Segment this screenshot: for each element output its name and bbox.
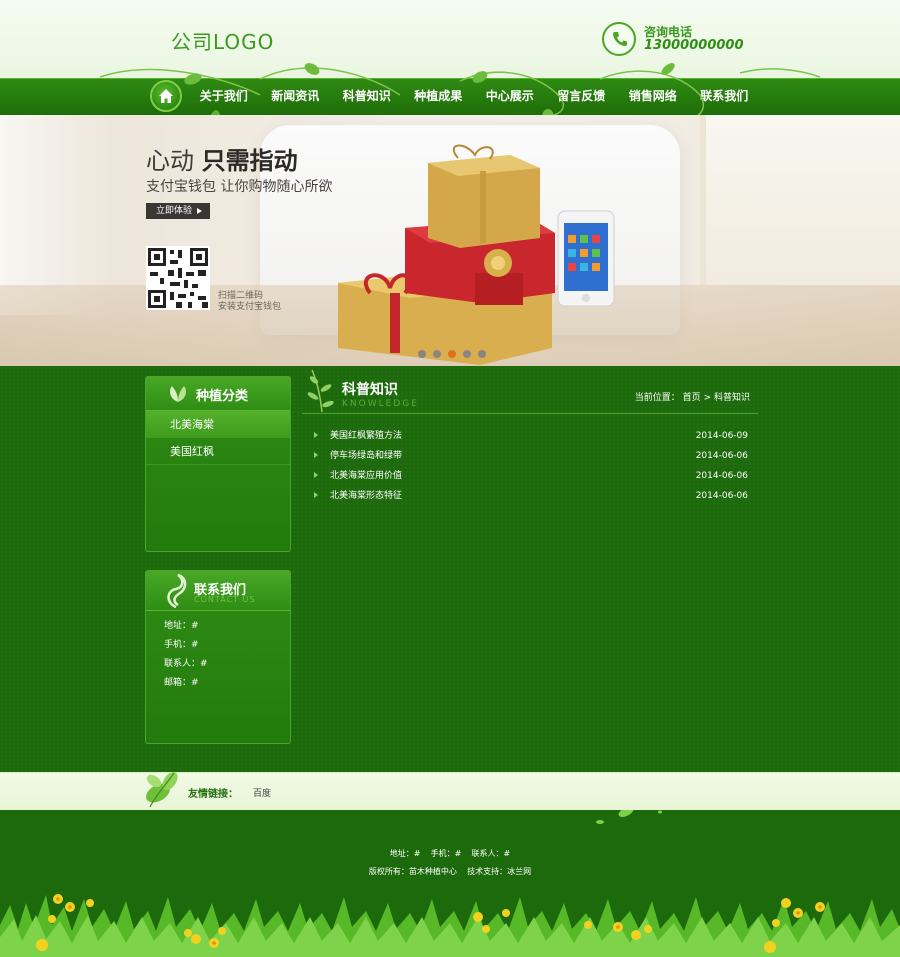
play-arrow-icon [197,207,203,214]
banner-subtitle: 支付宝钱包 让你购物随心所欲 [146,179,333,195]
bullet-arrow-icon [314,472,318,478]
falling-leaves-decoration [596,810,662,824]
nav-item-knowledge[interactable]: 科普知识 [331,78,403,115]
slider-dot[interactable] [433,350,441,358]
category-panel: 种植分类 北美海棠 美国红枫 [145,376,291,552]
slider-dot[interactable] [418,350,426,358]
bullet-arrow-icon [314,492,318,498]
article-item[interactable]: 美国红枫繁殖方法 2014-06-09 [302,426,758,446]
slider-dots [418,350,493,358]
category-item[interactable]: 美国红枫 [146,438,290,465]
slider-dot[interactable] [463,350,471,358]
hotline-number: 13000000000 [644,38,744,53]
qr-caption-install: 安装支付宝钱包 [218,302,282,312]
footer-copyright: 版权所有：苗木种植中心 技术支持：冰兰网 [368,867,532,876]
article-date: 2014-06-06 [695,491,748,501]
breadcrumb-home[interactable]: 首页 [683,393,701,403]
friend-link[interactable]: 百度 [253,786,271,799]
friend-links-bar: 友情链接： 百度 [0,772,900,810]
leaf-icon [170,386,186,402]
try-now-button[interactable]: 立即体验 [146,203,210,219]
nav-item-sales[interactable]: 销售网络 [617,78,689,115]
contact-panel-subtitle: CONTACT US [194,595,256,604]
contact-panel-header: 联系我们 CONTACT US [146,571,290,611]
nav-item-showcase[interactable]: 中心展示 [474,78,546,115]
nav-item-news[interactable]: 新闻资讯 [260,78,332,115]
article-title[interactable]: 美国红枫繁殖方法 [330,426,402,446]
nav-menu: 关于我们 新闻资讯 科普知识 种植成果 中心展示 留言反馈 销售网络 联系我们 [188,78,760,115]
site-logo[interactable]: 公司LOGO [171,26,274,55]
article-title[interactable]: 北美海棠应用价值 [330,466,402,486]
bullet-arrow-icon [314,452,318,458]
contact-address: 地址：# [164,621,199,631]
content-subtitle: KNOWLEDGE [342,399,419,409]
article-date: 2014-06-09 [695,431,748,441]
contact-panel: 联系我们 CONTACT US 地址：# 手机：# 联系人：# 邮箱：# [145,570,291,744]
category-item[interactable]: 北美海棠 [146,411,290,438]
nav-item-results[interactable]: 种植成果 [403,78,475,115]
site-footer: 地址：# 手机：# 联系人：# 版权所有：苗木种植中心 技术支持：冰兰网 [0,810,900,957]
article-date: 2014-06-06 [695,451,748,461]
nav-item-about[interactable]: 关于我们 [188,78,260,115]
friend-links-label: 友情链接： [188,789,238,800]
breadcrumb-current[interactable]: 科普知识 [714,393,750,403]
article-item[interactable]: 北美海棠应用价值 2014-06-06 [302,466,758,486]
home-icon [159,89,173,103]
article-list: 美国红枫繁殖方法 2014-06-09 停车场绿岛和绿带 2014-06-06 … [302,426,758,506]
qr-code [146,246,210,310]
category-panel-title: 种植分类 [196,389,249,404]
contact-person: 联系人：# [164,659,208,669]
gift-boxes-image [338,144,615,365]
content-title: 科普知识 [342,382,398,398]
hero-banner[interactable]: 心动 只需指动 支付宝钱包 让你购物随心所欲 立即体验 扫描二维码 安装支付宝钱… [0,115,900,366]
breadcrumb: 当前位置： 首页 > 科普知识 [634,393,750,403]
slider-dot-active[interactable] [448,350,456,358]
grass-flowers-decoration [0,894,900,957]
article-date: 2014-06-06 [695,471,748,481]
leaf-sprig-icon [307,369,334,413]
nav-item-feedback[interactable]: 留言反馈 [546,78,618,115]
content-section: 科普知识 KNOWLEDGE 当前位置： 首页 > 科普知识 美国红枫繁殖方法 … [302,369,758,501]
contact-email: 邮箱：# [164,678,199,688]
site-header: 公司LOGO 咨询电话 13000000000 [0,0,900,78]
phone-icon [602,22,636,56]
swirl-icon [167,573,187,609]
leaves-icon [146,772,178,808]
home-button[interactable] [150,80,182,112]
contact-mobile: 手机：# [164,640,199,650]
content-header: 科普知识 KNOWLEDGE 当前位置： 首页 > 科普知识 [302,369,758,414]
slider-dot[interactable] [478,350,486,358]
article-title[interactable]: 停车场绿岛和绿带 [330,446,402,466]
footer-contact: 地址：# 手机：# 联系人：# [389,849,511,858]
nav-item-contact[interactable]: 联系我们 [689,78,761,115]
article-title[interactable]: 北美海棠形态特征 [330,486,402,506]
article-item[interactable]: 停车场绿岛和绿带 2014-06-06 [302,446,758,466]
banner-title: 心动 只需指动 [146,147,298,175]
bullet-arrow-icon [314,432,318,438]
article-item[interactable]: 北美海棠形态特征 2014-06-06 [302,486,758,506]
category-panel-header: 种植分类 [146,377,290,411]
